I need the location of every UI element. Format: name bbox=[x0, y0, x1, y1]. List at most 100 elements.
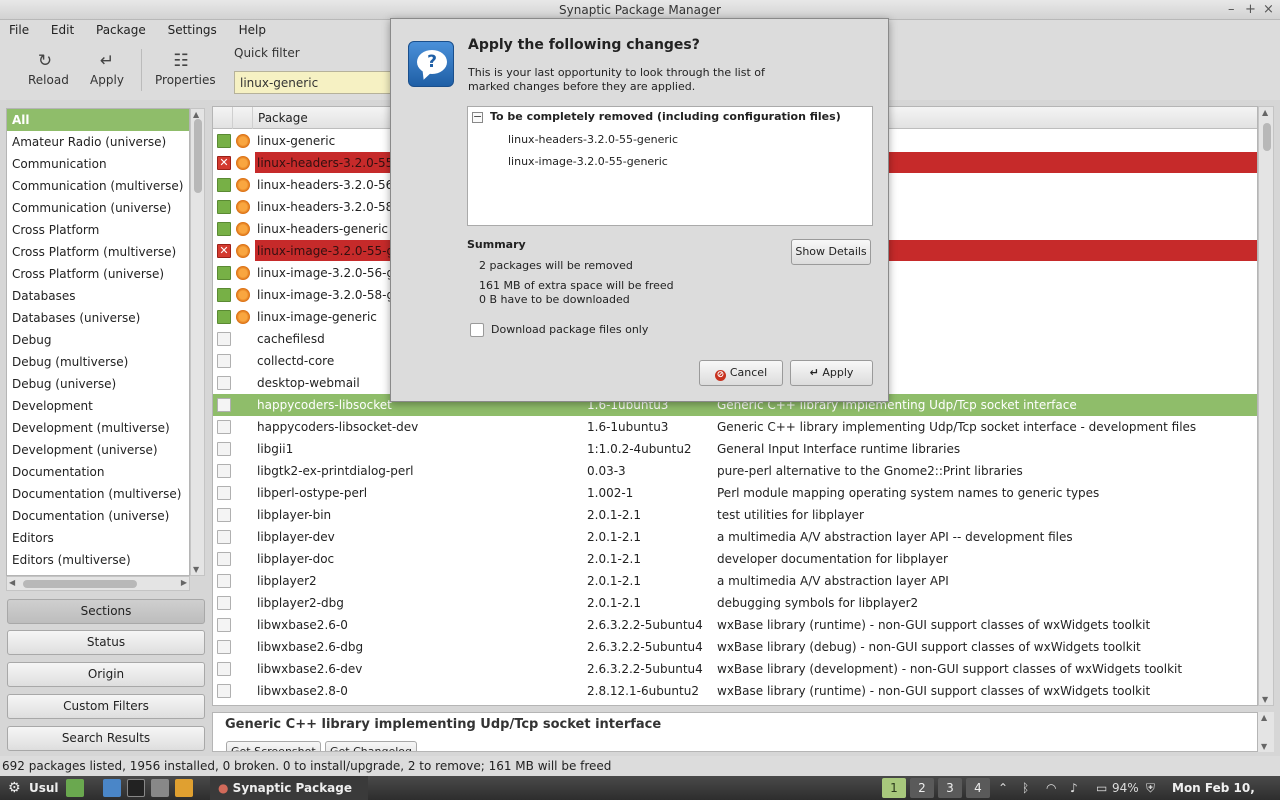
sections-button[interactable]: Sections bbox=[7, 599, 205, 624]
section-item[interactable]: Debug (universe) bbox=[7, 373, 189, 395]
scrollbar-thumb[interactable] bbox=[1263, 123, 1271, 151]
section-item[interactable]: Communication (universe) bbox=[7, 197, 189, 219]
custom-filters-button[interactable]: Custom Filters bbox=[7, 694, 205, 719]
sections-horizontal-scrollbar[interactable]: ◀ ▶ bbox=[6, 576, 190, 591]
sections-vertical-scrollbar[interactable]: ▲ ▼ bbox=[190, 108, 205, 576]
scroll-up-arrow-icon[interactable]: ▲ bbox=[1261, 713, 1267, 722]
scroll-down-arrow-icon[interactable]: ▼ bbox=[1261, 742, 1267, 751]
table-row[interactable]: libwxbase2.6-dbg 2.6.3.2.2-5ubuntu4 wxBase… bbox=[213, 636, 1257, 658]
status-checkbox[interactable] bbox=[217, 530, 231, 544]
table-row[interactable]: libplayer2-dbg 2.0.1-2.1 debugging symbols… bbox=[213, 592, 1257, 614]
menu-settings[interactable]: Settings bbox=[159, 20, 226, 41]
installed-status-icon[interactable] bbox=[217, 288, 231, 302]
status-checkbox[interactable] bbox=[217, 640, 231, 654]
download-only-checkbox[interactable] bbox=[470, 323, 484, 337]
reload-button[interactable]: ↻ Reload bbox=[28, 51, 69, 87]
volume-icon[interactable]: ♪ bbox=[1070, 776, 1078, 800]
workspace-4[interactable]: 4 bbox=[966, 778, 990, 798]
table-row[interactable]: libplayer-dev 2.0.1-2.1 a multimedia A/V a… bbox=[213, 526, 1257, 548]
package-vertical-scrollbar[interactable]: ▲ ▼ bbox=[1258, 106, 1274, 706]
remove-status-icon[interactable]: ✕ bbox=[217, 156, 231, 170]
installed-status-icon[interactable] bbox=[217, 310, 231, 324]
support-column-header[interactable] bbox=[233, 107, 253, 129]
wifi-icon[interactable]: ◠ bbox=[1046, 776, 1056, 800]
section-item[interactable]: Databases (universe) bbox=[7, 307, 189, 329]
table-row[interactable]: happycoders-libsocket-dev 1.6-1ubuntu3 Gen… bbox=[213, 416, 1257, 438]
menu-help[interactable]: Help bbox=[230, 20, 275, 41]
scroll-left-arrow-icon[interactable]: ◀ bbox=[9, 578, 15, 587]
status-checkbox[interactable] bbox=[217, 552, 231, 566]
scroll-down-arrow-icon[interactable]: ▼ bbox=[193, 565, 199, 574]
clock[interactable]: Mon Feb 10, 15:55 bbox=[1172, 776, 1280, 800]
shield-icon[interactable]: ⛨ bbox=[1146, 776, 1155, 800]
scrollbar-thumb[interactable] bbox=[194, 119, 202, 193]
installed-status-icon[interactable] bbox=[217, 134, 231, 148]
section-item[interactable]: Debug (multiverse) bbox=[7, 351, 189, 373]
change-item[interactable]: linux-image-3.2.0-55-generic bbox=[508, 155, 668, 168]
minimize-button[interactable]: – bbox=[1228, 0, 1235, 20]
menu-package[interactable]: Package bbox=[87, 20, 155, 41]
section-item[interactable]: Debug bbox=[7, 329, 189, 351]
status-checkbox[interactable] bbox=[217, 662, 231, 676]
section-item[interactable]: Development (multiverse) bbox=[7, 417, 189, 439]
status-checkbox[interactable] bbox=[217, 486, 231, 500]
menu-file[interactable]: File bbox=[0, 20, 38, 41]
installed-status-icon[interactable] bbox=[217, 222, 231, 236]
installed-status-icon[interactable] bbox=[217, 178, 231, 192]
status-checkbox[interactable] bbox=[217, 684, 231, 698]
section-item[interactable]: Databases bbox=[7, 285, 189, 307]
text-editor-launcher-icon[interactable] bbox=[175, 779, 193, 797]
scroll-up-arrow-icon[interactable]: ▲ bbox=[193, 110, 199, 119]
section-item[interactable]: All bbox=[7, 109, 189, 131]
status-checkbox[interactable] bbox=[217, 618, 231, 632]
section-item[interactable]: Cross Platform (universe) bbox=[7, 263, 189, 285]
table-row[interactable]: libplayer-doc 2.0.1-2.1 developer document… bbox=[213, 548, 1257, 570]
installed-status-icon[interactable] bbox=[217, 200, 231, 214]
workspace-2[interactable]: 2 bbox=[910, 778, 934, 798]
status-checkbox[interactable] bbox=[217, 354, 231, 368]
status-checkbox[interactable] bbox=[217, 464, 231, 478]
section-item[interactable]: Documentation bbox=[7, 461, 189, 483]
get-changelog-button[interactable]: Get Changelog bbox=[325, 741, 417, 751]
table-row[interactable]: libperl-ostype-perl 1.002-1 Perl module ma… bbox=[213, 482, 1257, 504]
scrollbar-thumb[interactable] bbox=[23, 580, 137, 588]
section-item[interactable]: Editors bbox=[7, 527, 189, 549]
section-item[interactable]: Cross Platform bbox=[7, 219, 189, 241]
installed-status-icon[interactable] bbox=[217, 266, 231, 280]
status-checkbox[interactable] bbox=[217, 596, 231, 610]
changes-tree[interactable]: − To be completely removed (including co… bbox=[467, 106, 873, 226]
status-checkbox[interactable] bbox=[217, 420, 231, 434]
show-details-button[interactable]: Show Details bbox=[791, 239, 871, 265]
file-manager-launcher-icon[interactable] bbox=[66, 779, 84, 797]
status-checkbox[interactable] bbox=[217, 508, 231, 522]
status-checkbox[interactable] bbox=[217, 398, 231, 412]
status-checkbox[interactable] bbox=[217, 442, 231, 456]
properties-button[interactable]: ☷ Properties bbox=[155, 51, 216, 87]
status-checkbox[interactable] bbox=[217, 574, 231, 588]
taskbar-app-synaptic[interactable]: ● Synaptic Package Ma... bbox=[210, 776, 368, 800]
status-checkbox[interactable] bbox=[217, 332, 231, 346]
terminal-launcher-icon[interactable] bbox=[127, 779, 145, 797]
section-item[interactable]: Development (universe) bbox=[7, 439, 189, 461]
table-row[interactable]: libgtk2-ex-printdialog-perl 0.03-3 pure-pe… bbox=[213, 460, 1257, 482]
package-launcher-icon[interactable] bbox=[151, 779, 169, 797]
maximize-button[interactable]: + bbox=[1245, 0, 1256, 20]
scroll-up-arrow-icon[interactable]: ▲ bbox=[1262, 108, 1268, 117]
section-item[interactable]: Communication (multiverse) bbox=[7, 175, 189, 197]
menu-edit[interactable]: Edit bbox=[42, 20, 83, 41]
table-row[interactable]: libplayer-bin 2.0.1-2.1 test utilities for… bbox=[213, 504, 1257, 526]
section-item[interactable]: Documentation (universe) bbox=[7, 505, 189, 527]
table-row[interactable]: libwxbase2.6-dev 2.6.3.2.2-5ubuntu4 wxBase… bbox=[213, 658, 1257, 680]
quick-filter-input[interactable] bbox=[234, 71, 394, 94]
description-scrollbar[interactable]: ▲ ▼ bbox=[1258, 712, 1274, 752]
search-results-button[interactable]: Search Results bbox=[7, 726, 205, 751]
workspace-3[interactable]: 3 bbox=[938, 778, 962, 798]
remove-status-icon[interactable]: ✕ bbox=[217, 244, 231, 258]
table-row[interactable]: libwxbase2.6-0 2.6.3.2.2-5ubuntu4 wxBase l… bbox=[213, 614, 1257, 636]
status-column-header[interactable] bbox=[213, 107, 233, 129]
battery-icon[interactable]: ▭ bbox=[1096, 776, 1107, 800]
dialog-apply-button[interactable]: ↵ Apply bbox=[790, 360, 873, 386]
section-item[interactable]: Development bbox=[7, 395, 189, 417]
origin-button[interactable]: Origin bbox=[7, 662, 205, 687]
status-button[interactable]: Status bbox=[7, 630, 205, 655]
